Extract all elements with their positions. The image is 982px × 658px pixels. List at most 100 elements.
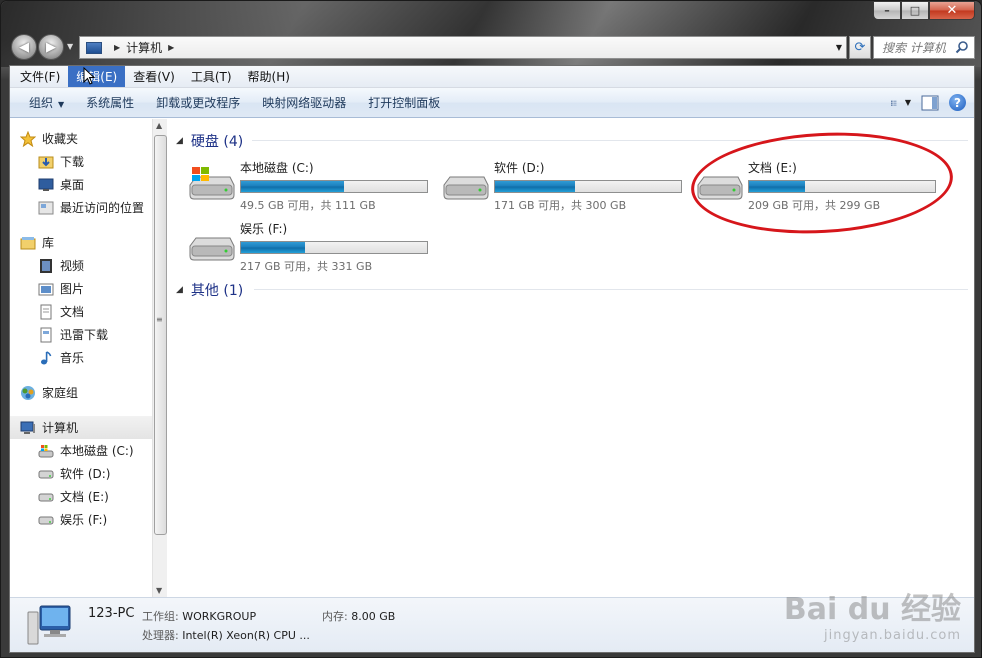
- watermark-main: Bai du 经验: [783, 592, 961, 627]
- change-view-button[interactable]: ▼: [891, 95, 911, 111]
- navigation-pane: 收藏夹 下载 桌面 最近访问的位置 库 视频 图片 文档 迅雷下载 音乐 家庭组…: [10, 119, 152, 597]
- baidu-watermark: Bai du 经验 jingyan.baidu.com: [784, 584, 961, 643]
- scroll-down-icon[interactable]: ▼: [156, 586, 162, 595]
- nav-favorites-label: 收藏夹: [42, 132, 79, 146]
- system-drive-icon: [189, 167, 235, 200]
- nav-homegroup[interactable]: 家庭组: [10, 381, 152, 404]
- collapse-triangle-icon[interactable]: ◢: [176, 136, 183, 146]
- drive-info: 娱乐 (F:) 217 GB 可用，共 331 GB: [240, 216, 428, 273]
- nav-item-drive-d[interactable]: 软件 (D:): [10, 462, 152, 485]
- recent-pages-dropdown[interactable]: ▼: [67, 42, 73, 51]
- drive-name: 软件 (D:): [494, 161, 545, 175]
- close-button[interactable]: ✕: [929, 1, 975, 20]
- navigation-scrollbar[interactable]: ▲ ≡ ▼: [152, 119, 167, 597]
- nav-computer-label: 计算机: [42, 421, 79, 435]
- nav-libraries[interactable]: 库: [10, 231, 152, 254]
- pictures-icon: [38, 283, 54, 295]
- nav-item-videos[interactable]: 视频: [10, 254, 152, 277]
- back-arrow-icon: ◀: [19, 39, 29, 55]
- collapse-triangle-icon[interactable]: ◢: [176, 285, 183, 295]
- menu-view[interactable]: 查看(V): [125, 66, 183, 87]
- workgroup-value: WORKGROUP: [182, 610, 257, 623]
- nav-favorites[interactable]: 收藏夹: [10, 127, 152, 150]
- minimize-button[interactable]: –: [873, 1, 901, 20]
- command-bar: 组织 ▼ 系统属性 卸载或更改程序 映射网络驱动器 打开控制面板 ▼ ?: [10, 88, 974, 118]
- nav-item-label: 软件 (D:): [60, 467, 111, 481]
- menu-edit[interactable]: 编辑(E): [68, 66, 126, 87]
- nav-item-drive-e[interactable]: 文档 (E:): [10, 485, 152, 508]
- chevron-down-icon: ▼: [58, 100, 65, 109]
- nav-item-music[interactable]: 音乐: [10, 346, 152, 369]
- caption-buttons: – □ ✕: [873, 1, 975, 20]
- nav-item-drive-f[interactable]: 娱乐 (F:): [10, 508, 152, 531]
- workgroup-label: 工作组:: [142, 610, 179, 623]
- group-other-label: 其他 (1): [190, 283, 244, 299]
- open-control-panel-button[interactable]: 打开控制面板: [357, 94, 451, 111]
- address-dropdown-icon[interactable]: ▼: [836, 43, 842, 52]
- uninstall-program-button[interactable]: 卸载或更改程序: [145, 94, 251, 111]
- desktop-icon: [38, 178, 54, 191]
- nav-item-downloads[interactable]: 下载: [10, 150, 152, 173]
- search-icon[interactable]: [955, 40, 969, 54]
- menu-help[interactable]: 帮助(H): [240, 66, 298, 87]
- group-hard-drives[interactable]: ◢ 硬盘 (4): [176, 131, 243, 151]
- nav-item-documents[interactable]: 文档: [10, 300, 152, 323]
- drive-tile-c[interactable]: 本地磁盘 (C:) 49.5 GB 可用，共 111 GB: [186, 155, 436, 212]
- nav-item-pictures[interactable]: 图片: [10, 277, 152, 300]
- nav-item-recent-places[interactable]: 最近访问的位置: [10, 196, 152, 219]
- scroll-grip-icon: ≡: [156, 315, 163, 324]
- breadcrumb-computer[interactable]: 计算机: [126, 39, 162, 56]
- breadcrumb-chevron-icon[interactable]: ▶: [114, 43, 120, 52]
- group-divider: [254, 289, 968, 290]
- menu-tools[interactable]: 工具(T): [183, 66, 240, 87]
- nav-item-label: 视频: [60, 259, 85, 273]
- search-input[interactable]: 搜索 计算机: [873, 36, 975, 59]
- nav-item-label: 文档: [60, 305, 85, 319]
- drive-usage-bar: [494, 180, 682, 193]
- drive-icon: [189, 237, 235, 261]
- window-frame: – □ ✕ ◀ ▶ ▼ ▶ 计算机 ▶ ▼ ⟳ 搜索 计算机 文件(F) 编辑(…: [0, 0, 982, 658]
- computer-icon: [27, 605, 71, 645]
- back-button[interactable]: ◀: [11, 34, 37, 60]
- nav-libraries-label: 库: [42, 236, 55, 250]
- nav-item-label: 本地磁盘 (C:): [60, 444, 134, 458]
- nav-computer[interactable]: 计算机: [10, 416, 152, 439]
- nav-item-thunder-downloads[interactable]: 迅雷下载: [10, 323, 152, 346]
- forward-button[interactable]: ▶: [38, 34, 64, 60]
- nav-item-drive-c[interactable]: 本地磁盘 (C:): [10, 439, 152, 462]
- organize-button[interactable]: 组织 ▼: [18, 94, 75, 111]
- view-list-icon: [891, 100, 897, 106]
- map-network-drive-button[interactable]: 映射网络驱动器: [251, 94, 357, 111]
- drive-name: 本地磁盘 (C:): [240, 161, 314, 175]
- nav-item-label: 图片: [60, 282, 85, 296]
- scroll-up-icon[interactable]: ▲: [156, 121, 162, 130]
- drive-name: 娱乐 (F:): [240, 222, 288, 236]
- search-placeholder: 搜索 计算机: [882, 41, 946, 55]
- maximize-button[interactable]: □: [901, 1, 929, 20]
- drive-tile-d[interactable]: 软件 (D:) 171 GB 可用，共 300 GB: [440, 155, 690, 212]
- drive-info: 软件 (D:) 171 GB 可用，共 300 GB: [494, 155, 682, 212]
- music-icon: [41, 350, 52, 364]
- preview-pane-icon[interactable]: [921, 95, 939, 111]
- computer-icon: [86, 41, 102, 54]
- breadcrumb-chevron-icon[interactable]: ▶: [168, 43, 174, 52]
- forward-arrow-icon: ▶: [46, 39, 56, 55]
- address-bar[interactable]: ▶ 计算机 ▶ ▼: [79, 36, 847, 59]
- menu-file[interactable]: 文件(F): [12, 66, 68, 87]
- chevron-down-icon[interactable]: ▼: [905, 98, 911, 107]
- refresh-button[interactable]: ⟳: [849, 36, 871, 59]
- downloads-folder-icon: [38, 156, 54, 168]
- drive-tile-f[interactable]: 娱乐 (F:) 217 GB 可用，共 331 GB: [186, 216, 436, 273]
- system-properties-button[interactable]: 系统属性: [75, 94, 145, 111]
- nav-item-label: 娱乐 (F:): [60, 513, 108, 527]
- cpu-value: Intel(R) Xeon(R) CPU ...: [182, 629, 310, 642]
- drive-icon: [38, 470, 54, 478]
- workgroup-row: 工作组: WORKGROUP: [142, 608, 256, 624]
- recent-places-icon: [38, 201, 54, 214]
- nav-item-desktop[interactable]: 桌面: [10, 173, 152, 196]
- drive-space-text: 49.5 GB 可用，共 111 GB: [240, 199, 376, 212]
- library-icon: [20, 236, 36, 249]
- scrollbar-thumb[interactable]: [154, 135, 167, 535]
- help-icon[interactable]: ?: [949, 94, 966, 111]
- group-other[interactable]: ◢ 其他 (1): [176, 280, 243, 300]
